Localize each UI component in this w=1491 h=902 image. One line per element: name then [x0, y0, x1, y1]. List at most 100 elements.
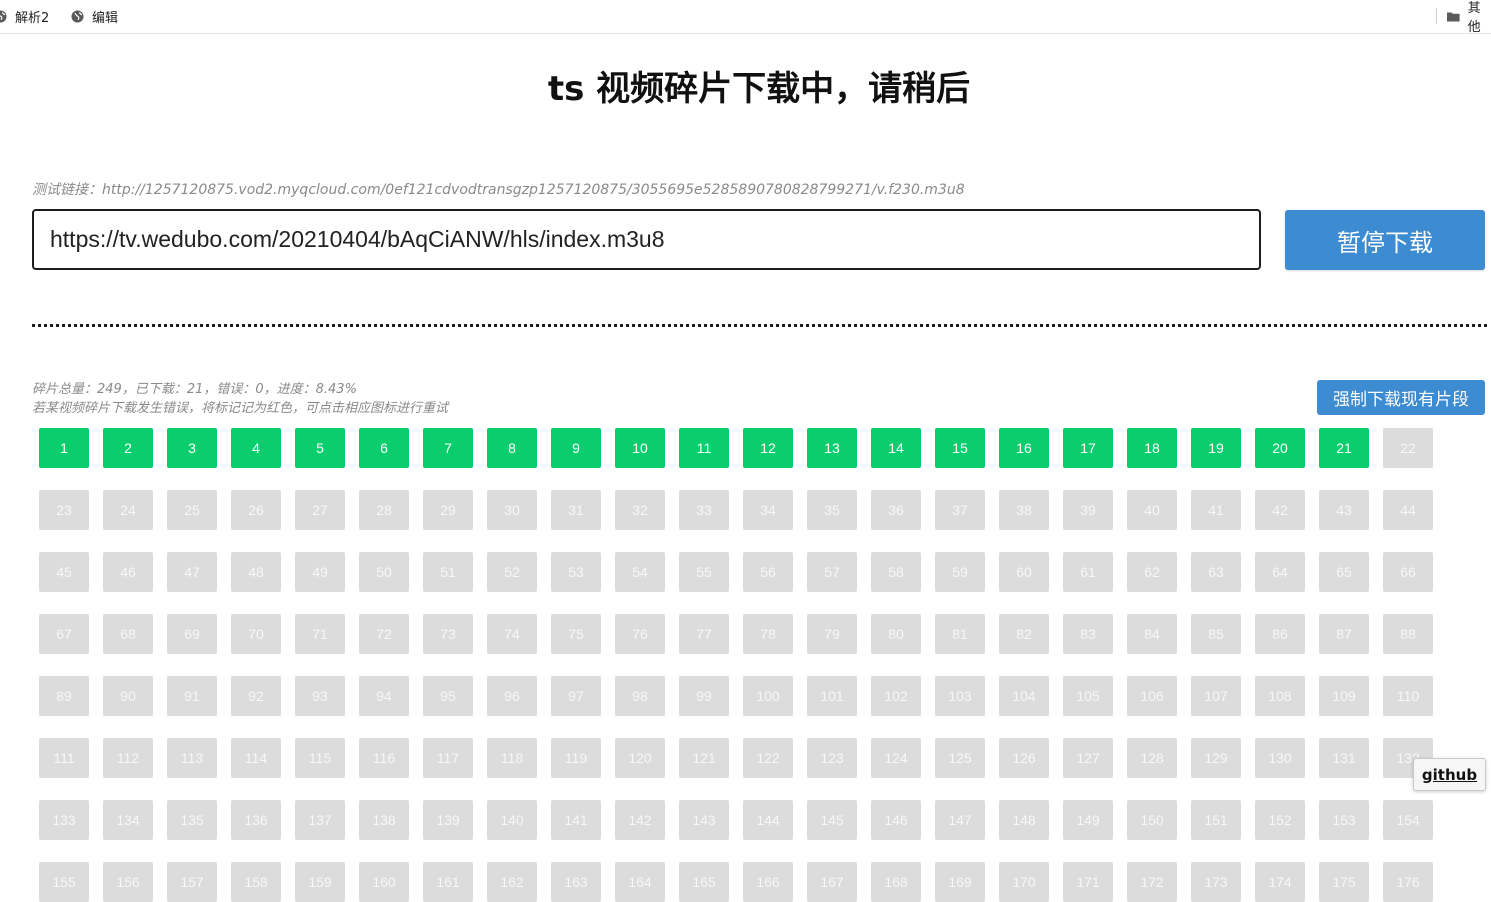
segment-38[interactable]: 38	[999, 490, 1049, 530]
segment-136[interactable]: 136	[231, 800, 281, 840]
segment-170[interactable]: 170	[999, 862, 1049, 902]
segment-86[interactable]: 86	[1255, 614, 1305, 654]
segment-59[interactable]: 59	[935, 552, 985, 592]
segment-21[interactable]: 21	[1319, 428, 1369, 468]
segment-78[interactable]: 78	[743, 614, 793, 654]
segment-130[interactable]: 130	[1255, 738, 1305, 778]
segment-87[interactable]: 87	[1319, 614, 1369, 654]
segment-48[interactable]: 48	[231, 552, 281, 592]
segment-1[interactable]: 1	[39, 428, 89, 468]
segment-141[interactable]: 141	[551, 800, 601, 840]
segment-162[interactable]: 162	[487, 862, 537, 902]
segment-126[interactable]: 126	[999, 738, 1049, 778]
segment-104[interactable]: 104	[999, 676, 1049, 716]
segment-161[interactable]: 161	[423, 862, 473, 902]
segment-176[interactable]: 176	[1383, 862, 1433, 902]
segment-69[interactable]: 69	[167, 614, 217, 654]
segment-20[interactable]: 20	[1255, 428, 1305, 468]
segment-12[interactable]: 12	[743, 428, 793, 468]
segment-107[interactable]: 107	[1191, 676, 1241, 716]
segment-98[interactable]: 98	[615, 676, 665, 716]
segment-40[interactable]: 40	[1127, 490, 1177, 530]
segment-127[interactable]: 127	[1063, 738, 1113, 778]
segment-139[interactable]: 139	[423, 800, 473, 840]
segment-166[interactable]: 166	[743, 862, 793, 902]
segment-79[interactable]: 79	[807, 614, 857, 654]
segment-118[interactable]: 118	[487, 738, 537, 778]
segment-15[interactable]: 15	[935, 428, 985, 468]
segment-110[interactable]: 110	[1383, 676, 1433, 716]
segment-8[interactable]: 8	[487, 428, 537, 468]
segment-109[interactable]: 109	[1319, 676, 1369, 716]
segment-113[interactable]: 113	[167, 738, 217, 778]
segment-143[interactable]: 143	[679, 800, 729, 840]
segment-95[interactable]: 95	[423, 676, 473, 716]
segment-150[interactable]: 150	[1127, 800, 1177, 840]
segment-14[interactable]: 14	[871, 428, 921, 468]
segment-64[interactable]: 64	[1255, 552, 1305, 592]
segment-52[interactable]: 52	[487, 552, 537, 592]
bookmark-other-folder[interactable]: 其他	[1447, 1, 1491, 35]
segment-94[interactable]: 94	[359, 676, 409, 716]
segment-51[interactable]: 51	[423, 552, 473, 592]
pause-download-button[interactable]: 暂停下载	[1285, 210, 1485, 270]
segment-29[interactable]: 29	[423, 490, 473, 530]
segment-30[interactable]: 30	[487, 490, 537, 530]
segment-90[interactable]: 90	[103, 676, 153, 716]
segment-72[interactable]: 72	[359, 614, 409, 654]
segment-134[interactable]: 134	[103, 800, 153, 840]
segment-60[interactable]: 60	[999, 552, 1049, 592]
segment-57[interactable]: 57	[807, 552, 857, 592]
segment-35[interactable]: 35	[807, 490, 857, 530]
segment-119[interactable]: 119	[551, 738, 601, 778]
segment-102[interactable]: 102	[871, 676, 921, 716]
segment-44[interactable]: 44	[1383, 490, 1433, 530]
segment-18[interactable]: 18	[1127, 428, 1177, 468]
segment-22[interactable]: 22	[1383, 428, 1433, 468]
segment-154[interactable]: 154	[1383, 800, 1433, 840]
segment-74[interactable]: 74	[487, 614, 537, 654]
segment-128[interactable]: 128	[1127, 738, 1177, 778]
segment-175[interactable]: 175	[1319, 862, 1369, 902]
segment-36[interactable]: 36	[871, 490, 921, 530]
segment-121[interactable]: 121	[679, 738, 729, 778]
segment-152[interactable]: 152	[1255, 800, 1305, 840]
segment-123[interactable]: 123	[807, 738, 857, 778]
segment-77[interactable]: 77	[679, 614, 729, 654]
segment-41[interactable]: 41	[1191, 490, 1241, 530]
segment-171[interactable]: 171	[1063, 862, 1113, 902]
segment-39[interactable]: 39	[1063, 490, 1113, 530]
segment-73[interactable]: 73	[423, 614, 473, 654]
bookmark-edit[interactable]: 编辑	[71, 7, 118, 26]
bookmark-jiexi2[interactable]: 解析2	[0, 7, 49, 26]
segment-84[interactable]: 84	[1127, 614, 1177, 654]
segment-45[interactable]: 45	[39, 552, 89, 592]
segment-142[interactable]: 142	[615, 800, 665, 840]
segment-67[interactable]: 67	[39, 614, 89, 654]
segment-169[interactable]: 169	[935, 862, 985, 902]
segment-34[interactable]: 34	[743, 490, 793, 530]
segment-124[interactable]: 124	[871, 738, 921, 778]
segment-83[interactable]: 83	[1063, 614, 1113, 654]
segment-120[interactable]: 120	[615, 738, 665, 778]
segment-117[interactable]: 117	[423, 738, 473, 778]
segment-2[interactable]: 2	[103, 428, 153, 468]
segment-105[interactable]: 105	[1063, 676, 1113, 716]
segment-3[interactable]: 3	[167, 428, 217, 468]
segment-91[interactable]: 91	[167, 676, 217, 716]
segment-148[interactable]: 148	[999, 800, 1049, 840]
segment-99[interactable]: 99	[679, 676, 729, 716]
segment-63[interactable]: 63	[1191, 552, 1241, 592]
segment-122[interactable]: 122	[743, 738, 793, 778]
github-link[interactable]: github	[1413, 758, 1486, 791]
segment-89[interactable]: 89	[39, 676, 89, 716]
segment-65[interactable]: 65	[1319, 552, 1369, 592]
segment-6[interactable]: 6	[359, 428, 409, 468]
segment-24[interactable]: 24	[103, 490, 153, 530]
url-input[interactable]	[32, 209, 1261, 270]
segment-61[interactable]: 61	[1063, 552, 1113, 592]
segment-17[interactable]: 17	[1063, 428, 1113, 468]
segment-19[interactable]: 19	[1191, 428, 1241, 468]
segment-145[interactable]: 145	[807, 800, 857, 840]
segment-96[interactable]: 96	[487, 676, 537, 716]
